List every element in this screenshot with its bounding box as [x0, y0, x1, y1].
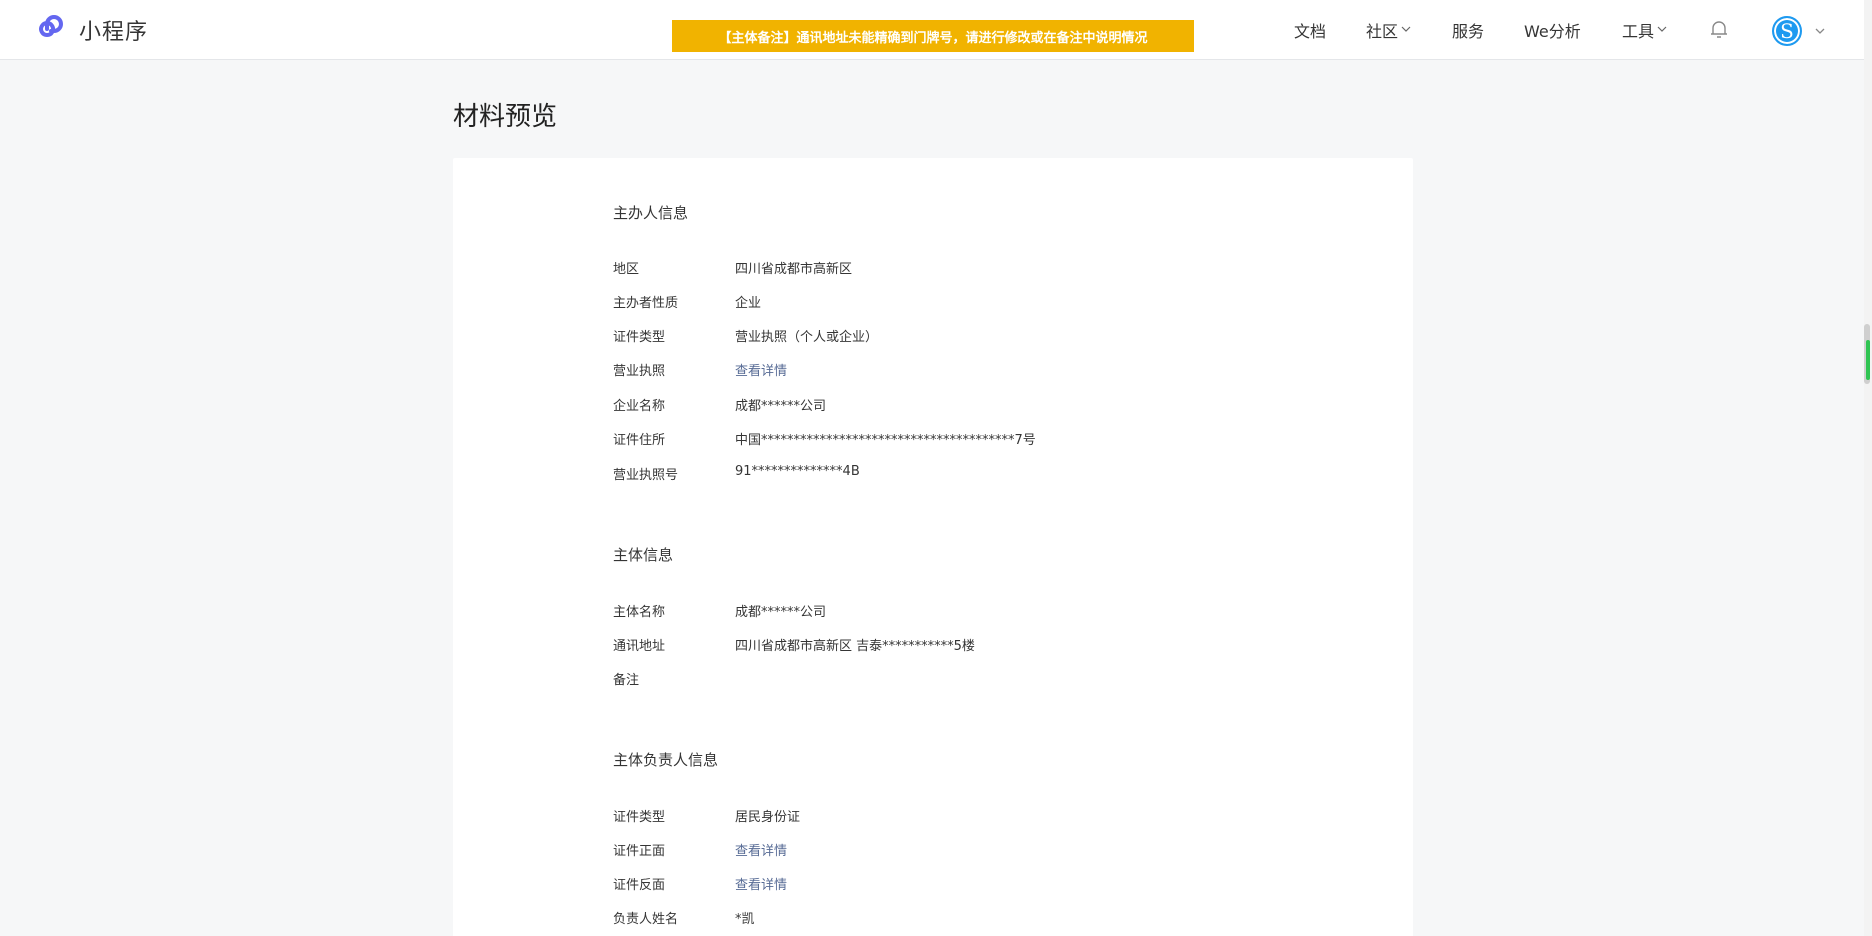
nav-docs[interactable]: 文档: [1294, 18, 1326, 42]
row-label: 证件住所: [613, 433, 666, 448]
row-label: 企业名称: [613, 399, 666, 414]
row-label: 备注: [613, 673, 640, 688]
row-value: 91**************4B: [735, 464, 860, 479]
nav-tools-label: 工具: [1622, 22, 1655, 41]
row-label: 证件类型: [613, 810, 666, 825]
row-value: 四川省成都市高新区 吉泰***********5楼: [735, 639, 975, 654]
row-label: 主办者性质: [613, 296, 679, 311]
row-label: 营业执照: [613, 364, 666, 379]
view-details-link[interactable]: 查看详情: [735, 360, 787, 379]
nav-community-label: 社区: [1366, 22, 1399, 41]
row-value: 中国**************************************…: [735, 433, 1036, 448]
nav-service[interactable]: 服务: [1452, 18, 1484, 42]
mini-program-logo-icon: [39, 15, 63, 37]
section-title-principal: 主体负责人信息: [613, 751, 719, 769]
nav-community[interactable]: 社区: [1366, 18, 1411, 42]
page-title: 材料预览: [453, 102, 558, 132]
section-title-organizer: 主办人信息: [613, 204, 689, 222]
nav-tools[interactable]: 工具: [1622, 18, 1667, 42]
logo[interactable]: 小程序: [38, 14, 148, 46]
row-value: 居民身份证: [735, 810, 801, 825]
bell-icon[interactable]: [1710, 19, 1728, 43]
subject-remark-notice: 【主体备注】通讯地址未能精确到门牌号，请进行修改或在备注中说明情况: [672, 20, 1194, 52]
avatar[interactable]: S: [1772, 16, 1802, 46]
chevron-down-icon: [1657, 24, 1667, 37]
row-value: 成都******公司: [735, 399, 827, 414]
view-details-link[interactable]: 查看详情: [735, 840, 787, 859]
row-label: 证件反面: [613, 878, 666, 893]
scroll-indicator: [1866, 340, 1870, 380]
view-details-link[interactable]: 查看详情: [735, 874, 787, 893]
chevron-down-icon[interactable]: [1814, 22, 1826, 41]
row-label: 地区: [613, 262, 640, 277]
avatar-letter: S: [1780, 19, 1794, 43]
nav-service-label: 服务: [1452, 22, 1485, 41]
row-label: 负责人姓名: [613, 912, 679, 927]
chevron-down-icon: [1401, 24, 1411, 37]
top-navigation-bar: 小程序 【主体备注】通讯地址未能精确到门牌号，请进行修改或在备注中说明情况 文档…: [0, 0, 1872, 60]
row-label: 证件类型: [613, 330, 666, 345]
row-value: 成都******公司: [735, 605, 827, 620]
row-value: 企业: [735, 296, 762, 311]
nav-docs-label: 文档: [1294, 22, 1327, 41]
row-label: 证件正面: [613, 844, 666, 859]
nav-we-analysis[interactable]: We分析: [1524, 18, 1581, 42]
scrollbar-track[interactable]: [1864, 0, 1872, 936]
row-value: 四川省成都市高新区: [735, 262, 853, 277]
row-label: 主体名称: [613, 605, 666, 620]
nav-we-analysis-label: We分析: [1524, 22, 1581, 41]
row-label: 通讯地址: [613, 639, 666, 654]
row-value: *凯: [735, 912, 755, 927]
row-label: 营业执照号: [613, 468, 679, 483]
section-title-subject: 主体信息: [613, 546, 674, 564]
row-value: 营业执照（个人或企业）: [735, 330, 879, 345]
material-preview-card: 主办人信息 地区 四川省成都市高新区 主办者性质 企业 证件类型 营业执照（个人…: [453, 158, 1413, 936]
logo-text: 小程序: [79, 20, 149, 45]
